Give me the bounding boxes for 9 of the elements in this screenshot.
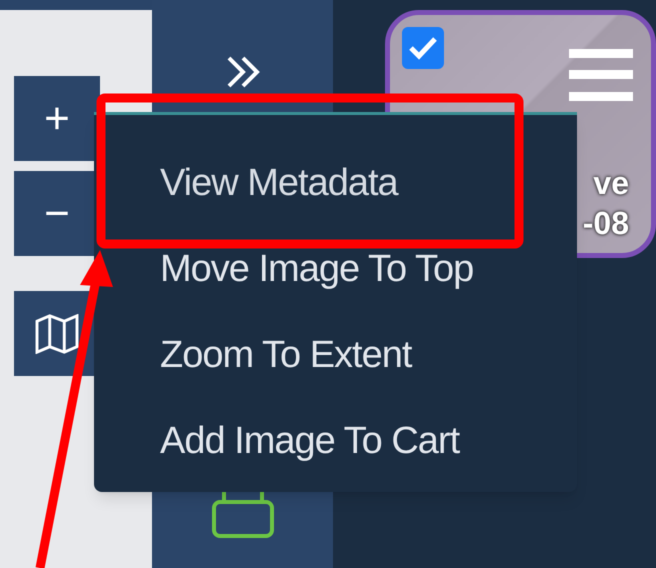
image-label: -08 — [582, 204, 629, 243]
menu-item[interactable]: Zoom To Extent — [94, 312, 577, 398]
image-label: ve — [593, 164, 629, 203]
menu-icon[interactable] — [569, 49, 633, 101]
menu-item[interactable]: Add Image To Cart — [94, 398, 577, 484]
zoom-in-button[interactable]: + — [14, 76, 100, 161]
check-icon — [408, 35, 438, 61]
map-icon — [35, 314, 79, 354]
checkbox[interactable] — [402, 27, 444, 69]
